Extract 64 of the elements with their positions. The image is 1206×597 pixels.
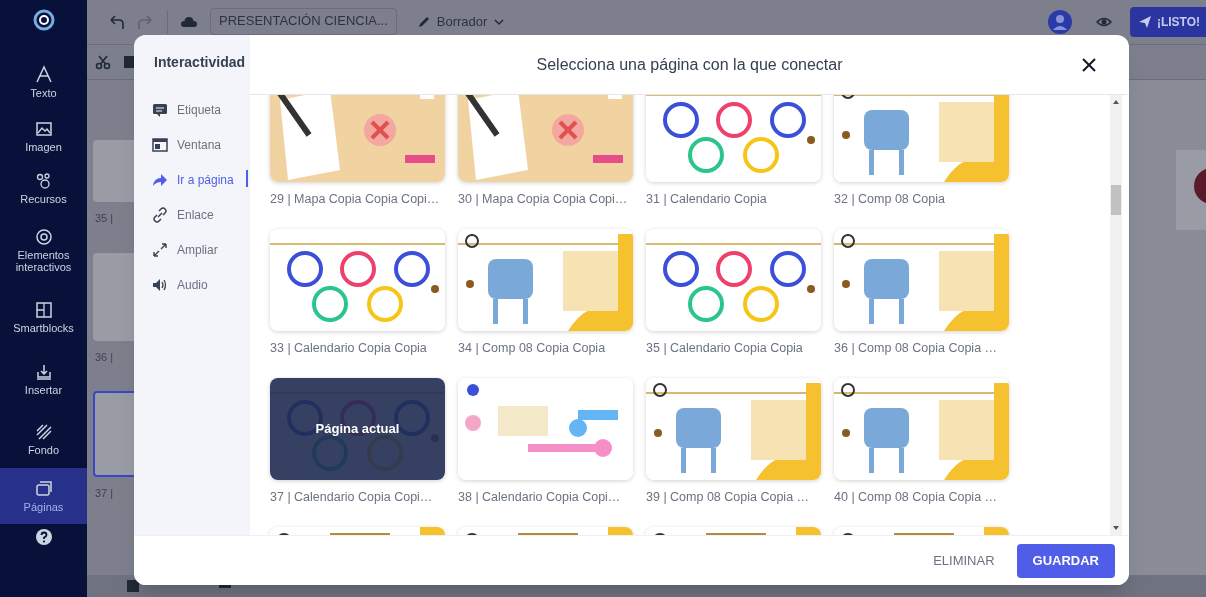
window-icon	[152, 136, 168, 153]
menu-item[interactable]: Ir a página	[134, 162, 250, 197]
page-label: 40 | Comp 08 Copia Copia …	[834, 489, 999, 506]
page-label: 31 | Calendario Copia	[646, 191, 768, 208]
menu-item[interactable]: Ventana	[134, 127, 250, 162]
page-label: 32 | Comp 08 Copia	[834, 191, 946, 208]
page-label: 33 | Calendario Copia Copia	[270, 340, 428, 357]
page-thumbnail[interactable]	[93, 252, 134, 341]
menu-item[interactable]: Etiqueta	[134, 92, 250, 127]
page-label: 35 | Calendario Copia Copia	[646, 340, 804, 357]
page-thumbnail[interactable]	[93, 391, 134, 477]
scrollbar[interactable]	[1110, 95, 1122, 535]
status-dropdown[interactable]: Borrador	[416, 12, 506, 32]
menu-item[interactable]: Ampliar	[134, 232, 250, 267]
scroll-down-icon[interactable]	[1112, 525, 1120, 531]
toolbar-icon[interactable]	[123, 54, 135, 70]
avatar-icon[interactable]	[1047, 10, 1072, 34]
sidebar-item[interactable]: Imagen	[0, 110, 87, 162]
undo-icon[interactable]	[107, 13, 125, 31]
document-title-field[interactable]: PRESENTACIÓN CIENCIA...	[210, 7, 397, 35]
sidebar-item[interactable]: Páginas	[0, 468, 87, 524]
sidebar-item[interactable]: Elementos interactivos	[0, 214, 87, 286]
page-number: 37 |	[94, 486, 115, 501]
page-number: 36 |	[94, 349, 115, 365]
pages-icon	[33, 479, 54, 499]
close-icon	[1081, 57, 1097, 73]
pencil-icon	[416, 15, 431, 29]
sidebar-item[interactable]: Insertar	[0, 348, 87, 410]
publish-button[interactable]: ¡LISTO!	[1129, 7, 1206, 37]
page-label: 29 | Mapa Copia Copia Copi…	[270, 191, 441, 208]
save-button[interactable]: GUARDAR	[1016, 543, 1115, 578]
image-icon	[33, 119, 54, 139]
page-number: 35 |	[94, 211, 115, 226]
dialog-title: Selecciona una página con la que conectar	[536, 54, 843, 75]
scroll-up-icon[interactable]	[1112, 99, 1120, 105]
page-thumbnail[interactable]	[93, 140, 134, 202]
page-label: 30 | Mapa Copia Copia Copi…	[458, 191, 629, 208]
delete-button[interactable]: ELIMINAR	[929, 543, 999, 578]
help-icon[interactable]	[35, 529, 52, 545]
current-page-label: Página actual	[315, 420, 400, 439]
sidebar-item[interactable]: Recursos	[0, 162, 87, 214]
page-label: 36 | Comp 08 Copia Copia …	[834, 340, 999, 357]
rocket-icon	[1137, 15, 1152, 29]
page-label: 38 | Calendario Copia Copi…	[458, 489, 622, 506]
page-label: 39 | Comp 08 Copia Copia …	[646, 489, 811, 506]
sidebar-item[interactable]: Fondo	[0, 410, 87, 468]
logo-icon	[31, 8, 56, 32]
text-icon	[33, 65, 54, 85]
touch-icon	[33, 227, 54, 247]
scissors-icon[interactable]	[95, 54, 111, 70]
expand-icon	[152, 241, 168, 258]
page-label: 37 | Calendario Copia Copi…	[270, 489, 434, 506]
label-icon	[152, 101, 168, 118]
blocks-icon	[33, 300, 54, 320]
scrollbar-thumb[interactable]	[1111, 185, 1121, 215]
menu-item[interactable]: Audio	[134, 267, 250, 302]
page-label: 34 | Comp 08 Copia Copia	[458, 340, 607, 357]
sidebar-item[interactable]: Texto	[0, 54, 87, 110]
sidebar-item[interactable]: Smartblocks	[0, 286, 87, 348]
menu-item[interactable]: Enlace	[134, 197, 250, 232]
arrow-icon	[152, 171, 168, 188]
menu-title: Interactividad	[153, 53, 247, 72]
link-icon	[152, 206, 168, 223]
caret-icon	[493, 17, 506, 27]
